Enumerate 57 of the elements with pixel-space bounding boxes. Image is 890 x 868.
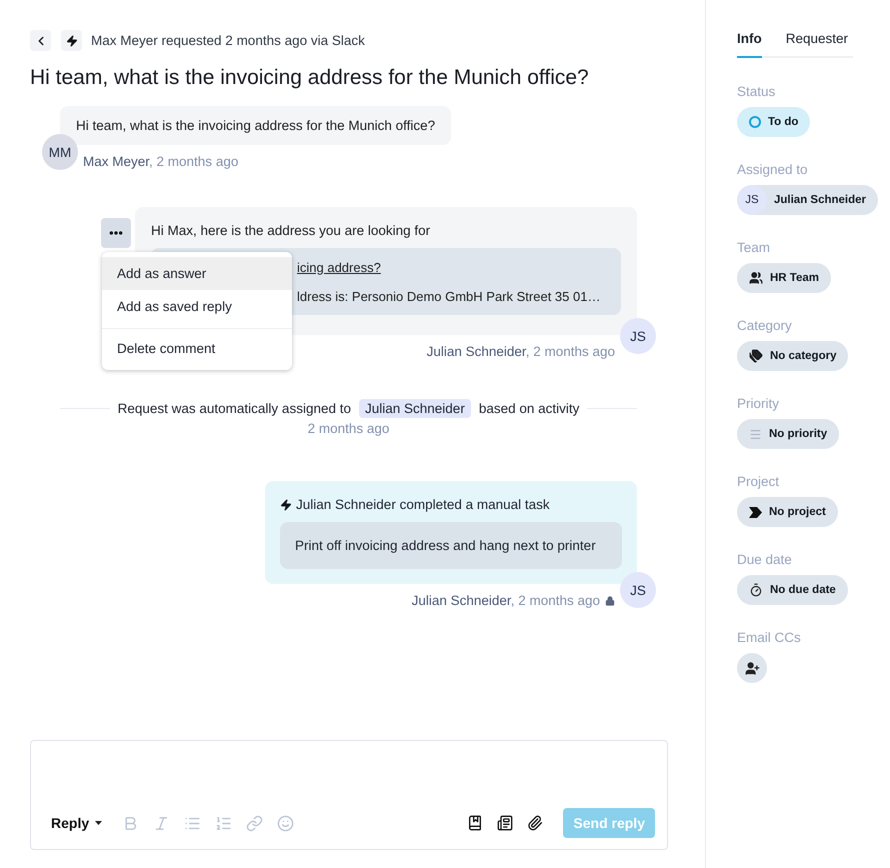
field-chip[interactable]: HR Team bbox=[737, 263, 831, 293]
request-title: Hi team, what is the invoicing address for the Munich office? bbox=[30, 66, 590, 90]
field-label: Team bbox=[737, 240, 772, 255]
field-label: Email CCs bbox=[737, 630, 802, 645]
field-label: Project bbox=[737, 474, 780, 489]
field-label: Category bbox=[737, 318, 793, 333]
team-icon bbox=[749, 271, 763, 285]
menu-item[interactable]: Delete comment bbox=[102, 328, 292, 365]
comment-byline: Max Meyer, 2 months ago bbox=[83, 154, 240, 169]
more-button[interactable] bbox=[101, 218, 131, 248]
caret-icon bbox=[95, 821, 102, 825]
field-label: Due date bbox=[737, 552, 793, 567]
sidebar-tab[interactable]: Info bbox=[737, 31, 762, 58]
field-chip[interactable]: No due date bbox=[737, 575, 848, 605]
event-time: 2 months ago bbox=[306, 421, 390, 436]
answer-link[interactable]: icing address? bbox=[297, 260, 611, 275]
priority-lines-icon bbox=[749, 428, 762, 440]
menu-item[interactable]: Add as saved reply bbox=[102, 290, 292, 323]
comment-bubble: Hi team, what is the invoicing address for the Munich office? bbox=[60, 106, 452, 145]
request-meta: Max Meyer requested 2 months ago via Slack bbox=[91, 33, 365, 48]
timer-icon bbox=[749, 583, 763, 597]
field-chip[interactable]: No priority bbox=[737, 419, 840, 449]
task-headline: Julian Schneider completed a manual task bbox=[296, 497, 550, 512]
answer-excerpt: ldress is: Personio Demo GmbH Park Street 35 01… bbox=[297, 289, 602, 304]
avatar: JS bbox=[737, 185, 767, 215]
bolt-icon bbox=[280, 498, 292, 510]
sidebar-tab[interactable]: Requester bbox=[786, 31, 848, 58]
event-text: based on activity bbox=[478, 401, 580, 416]
task-description: Print off invoicing address and hang next to printer bbox=[280, 522, 622, 569]
field-chip[interactable]: No project bbox=[737, 497, 838, 527]
saved-replies-icon[interactable] bbox=[497, 815, 514, 831]
knowledge-base-icon[interactable] bbox=[467, 815, 484, 831]
task-byline: Julian Schneider, 2 months ago bbox=[412, 593, 600, 608]
add-cc-button[interactable] bbox=[737, 653, 767, 683]
avatar: JS bbox=[620, 572, 656, 608]
avatar: MM bbox=[42, 134, 78, 170]
bolt-icon bbox=[66, 34, 78, 46]
field-label: Priority bbox=[737, 396, 780, 411]
back-button[interactable] bbox=[30, 30, 51, 51]
channel-button[interactable] bbox=[61, 30, 82, 51]
menu-item[interactable]: Add as answer bbox=[102, 257, 292, 290]
reply-editor[interactable]: Reply Send reply bbox=[30, 740, 668, 850]
field-chip[interactable]: To do bbox=[737, 107, 810, 137]
attach-icon[interactable] bbox=[527, 815, 544, 831]
event-text: Request was automatically assigned to bbox=[118, 401, 351, 416]
avatar: JS bbox=[620, 318, 656, 354]
person-tag: Julian Schneider bbox=[359, 399, 471, 418]
add-person-icon bbox=[744, 660, 760, 676]
field-chip[interactable]: JS Julian Schneider bbox=[737, 185, 878, 215]
project-icon bbox=[749, 506, 762, 518]
field-chip[interactable]: No category bbox=[737, 341, 848, 371]
tag-icon bbox=[749, 349, 763, 363]
field-label: Status bbox=[737, 84, 776, 99]
comment-byline: Julian Schneider, 2 months ago bbox=[426, 344, 615, 359]
reply-mode-button[interactable]: Reply bbox=[51, 815, 102, 831]
status-ring-icon bbox=[749, 116, 761, 128]
field-label: Assigned to bbox=[737, 162, 809, 177]
